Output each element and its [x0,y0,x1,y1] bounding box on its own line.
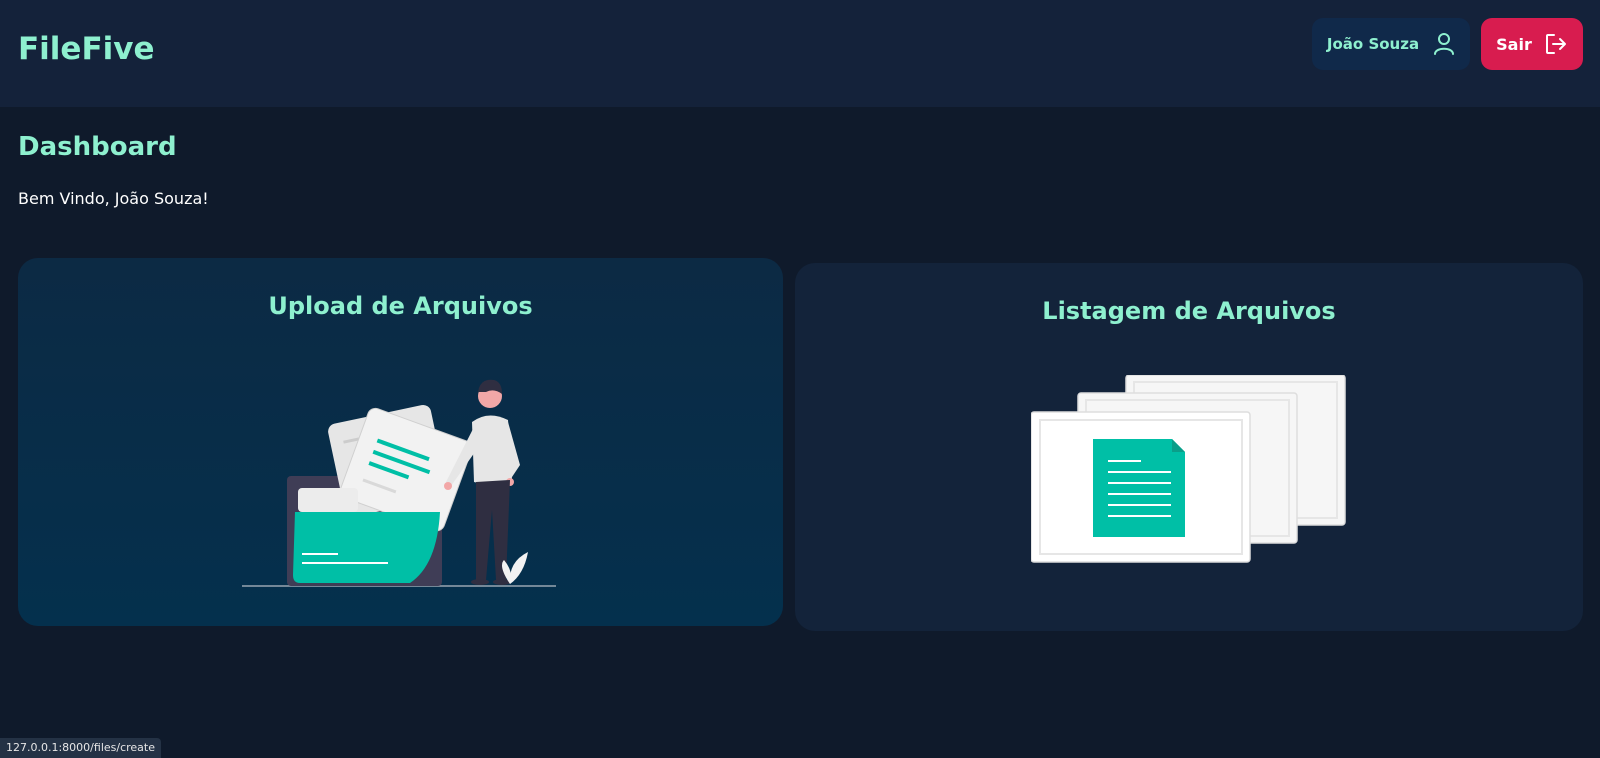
user-name-label: João Souza [1326,35,1420,53]
browser-status-url: 127.0.0.1:8000/files/create [0,738,161,758]
top-navbar: FileFive João Souza Sair [0,0,1600,107]
list-files-card[interactable]: Listagem de Arquivos [795,263,1583,631]
user-profile-button[interactable]: João Souza [1312,18,1470,70]
file-list-illustration [1031,375,1346,563]
logout-icon [1545,34,1566,54]
list-card-title: Listagem de Arquivos [1042,297,1336,325]
logout-label: Sair [1496,34,1532,54]
upload-card-title: Upload de Arquivos [268,292,533,320]
brand-logo[interactable]: FileFive [18,31,155,67]
page-title: Dashboard [18,132,177,162]
upload-files-illustration [242,379,556,587]
logout-button[interactable]: Sair [1481,18,1583,70]
user-icon [1434,33,1455,55]
welcome-message: Bem Vindo, João Souza! [18,189,209,208]
upload-files-card[interactable]: Upload de Arquivos [18,258,783,626]
